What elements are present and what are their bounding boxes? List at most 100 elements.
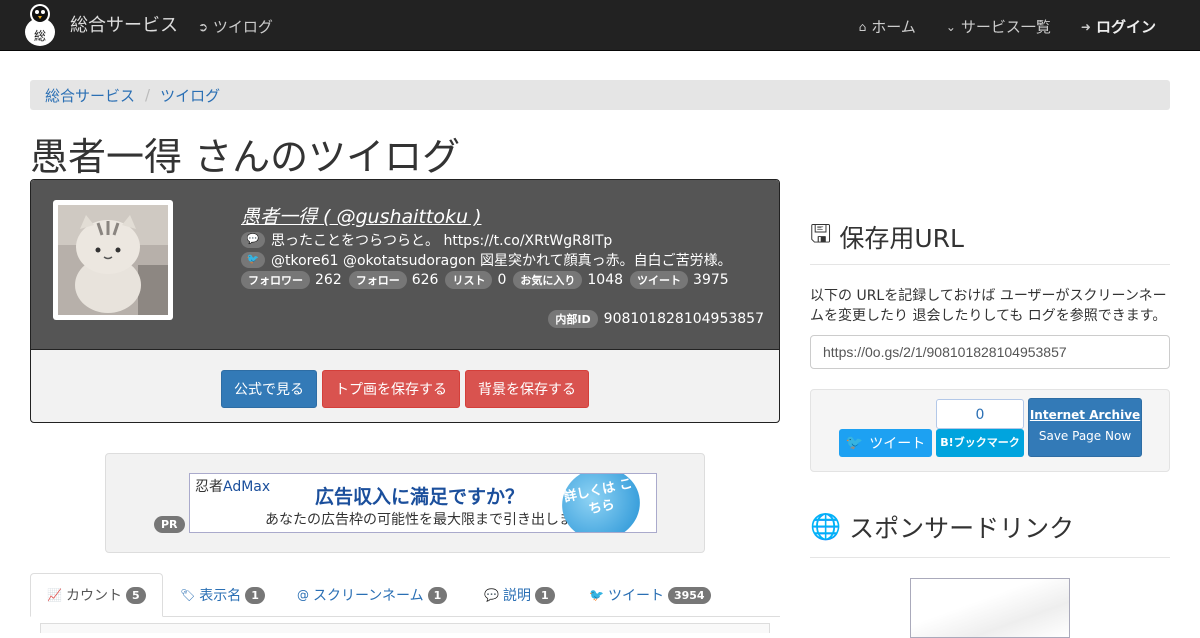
share-buttons: 🐦 ツイート 0 B!ブックマーク Internet Archive Save … <box>810 389 1170 472</box>
avatar-frame[interactable] <box>53 200 173 320</box>
profile-bio-text: 思ったことをつらつらと。 https://t.co/XRtWgR8ITp <box>271 233 613 249</box>
at-icon: @ <box>297 588 309 602</box>
stat-value-tweets: 3975 <box>693 272 729 288</box>
brand-link[interactable]: 総 総合サービス <box>20 2 178 46</box>
tab-display-name-label: 表示名 <box>199 588 242 604</box>
tab-tweets[interactable]: 🐦 ツイート 3954 <box>573 573 727 617</box>
chevron-down-icon: ⌄ <box>945 19 956 34</box>
ad-headline: 広告収入に満足ですか？ <box>315 486 525 508</box>
tab-description-badge: 1 <box>534 586 555 604</box>
tweet-button-label: ツイート <box>869 436 926 452</box>
breadcrumb-separator: / <box>145 86 151 104</box>
internet-archive-action: Save Page Now <box>1038 429 1132 443</box>
stat-value-lists: 0 <box>497 272 507 288</box>
twitter-icon: 🐦 <box>589 588 604 602</box>
save-icon-button[interactable]: トプ画を保存する <box>322 370 460 408</box>
nav-services-label: サービス一覧 <box>960 18 1051 36</box>
profile-card: 愚者一得 ( @gushaittoku ) 💬 思ったことをつらつらと。 htt… <box>30 179 780 423</box>
home-icon: ⌂ <box>858 19 867 34</box>
sponsor-ad[interactable] <box>910 578 1070 638</box>
twitter-icon: 🐦 <box>845 435 864 451</box>
stat-value-followers: 262 <box>315 272 342 288</box>
tab-count-label: カウント <box>65 588 122 604</box>
breadcrumb-twilog[interactable]: ツイログ <box>160 85 220 106</box>
ad-subtext: あなたの広告枠の可能性を最大限まで引き出します <box>265 512 587 528</box>
divider <box>810 264 1170 265</box>
internet-archive-button[interactable]: Internet Archive Save Page Now <box>1028 398 1142 457</box>
stat-label-lists: リスト <box>445 271 493 289</box>
tab-description[interactable]: 💬 説明 1 <box>468 573 571 617</box>
count-table <box>40 623 770 633</box>
sponsor-heading: 🌐 スポンサードリンク <box>810 509 1074 545</box>
internal-id: 内部ID 908101828104953857 <box>548 310 764 328</box>
tab-display-name-badge: 1 <box>245 586 265 604</box>
brand-text: 総合サービス <box>70 15 178 36</box>
penguin-logo: 総 <box>25 4 55 46</box>
nav-services-link[interactable]: ⌄ サービス一覧 <box>946 16 1051 37</box>
stat-label-tweets: ツイート <box>630 271 689 289</box>
ad-logo-brand: AdMax <box>223 479 271 495</box>
nav-right: ⌂ ホーム ⌄ サービス一覧 ➜ ログイン <box>859 16 1156 37</box>
internal-id-value: 908101828104953857 <box>603 311 764 327</box>
pr-badge: PR <box>154 516 185 533</box>
profile-header: 愚者一得 ( @gushaittoku ) 💬 思ったことをつらつらと。 htt… <box>31 180 779 350</box>
chart-icon: 📈 <box>47 588 62 602</box>
chevron-circle-right-icon: ➲ <box>198 19 209 34</box>
comment-icon: 💬 <box>484 588 499 602</box>
nav-home-link[interactable]: ⌂ ホーム <box>859 16 916 37</box>
navbar: 総 総合サービス ➲ ツイログ ⌂ ホーム ⌄ サービス一覧 ➜ ログイン <box>0 0 1200 51</box>
ad-logo-prefix: 忍者 <box>195 479 223 495</box>
breadcrumb-home[interactable]: 総合サービス <box>45 85 135 106</box>
tabs: 📈 カウント 5 🏷 表示名 1 @ スクリーンネーム 1 💬 説明 1 🐦 ツ… <box>30 573 780 617</box>
tab-tweets-badge: 3954 <box>667 586 711 604</box>
twitter-icon: 🐦 <box>241 252 265 268</box>
profile-recent-text: @tkore61 @okotatsudoragon 図星突かれて顔真っ赤。自白ご… <box>271 253 732 269</box>
nav-twilog-link[interactable]: ➲ ツイログ <box>198 16 273 37</box>
svg-text:総: 総 <box>34 29 46 43</box>
save-url-description: 以下の URLを記録しておけば ユーザーがスクリーンネームを変更したり 退会した… <box>810 288 1167 324</box>
ad-box: PR 忍者AdMax 広告収入に満足ですか？ あなたの広告枠の可能性を最大限まで… <box>105 453 705 553</box>
stat-value-following: 626 <box>411 272 439 288</box>
save-url-heading-text: 保存用URL <box>839 223 964 253</box>
hatena-count: 0 <box>936 399 1024 429</box>
globe-icon: 🌐 <box>810 512 842 541</box>
tab-description-label: 説明 <box>502 588 531 604</box>
internet-archive-title: Internet Archive <box>1029 408 1141 422</box>
nav-home-label: ホーム <box>871 18 916 36</box>
sign-in-icon: ➜ <box>1080 19 1091 34</box>
ad-logo: 忍者AdMax <box>195 476 270 496</box>
profile-stats: フォロワー 262 フォロー 626 リスト 0 お気に入り 1048 ツイート… <box>241 271 731 289</box>
save-background-button[interactable]: 背景を保存する <box>465 370 589 408</box>
tweet-button[interactable]: 🐦 ツイート <box>839 429 932 457</box>
tab-screen-name[interactable]: @ スクリーンネーム 1 <box>281 573 463 617</box>
tab-screen-name-label: スクリーンネーム <box>313 588 424 604</box>
nav-login-label: ログイン <box>1095 18 1156 36</box>
ad-cta: 詳しくは こちら <box>555 474 647 532</box>
tab-tweets-label: ツイート <box>607 588 664 604</box>
sponsor-heading-text: スポンサードリンク <box>849 514 1075 543</box>
save-icon: 🖫 <box>810 219 832 248</box>
profile-name-link[interactable]: 愚者一得 ( @gushaittoku ) <box>241 202 481 229</box>
divider <box>810 557 1170 558</box>
internal-id-label: 内部ID <box>548 310 598 328</box>
tag-icon: 🏷 <box>180 588 196 602</box>
stat-label-favorites: お気に入り <box>513 271 583 289</box>
stat-label-following: フォロー <box>348 271 407 289</box>
tab-screen-name-badge: 1 <box>427 586 448 604</box>
profile-actions: 公式で見る トプ画を保存する 背景を保存する <box>31 370 779 408</box>
page-title: 愚者一得 さんのツイログ <box>30 135 461 179</box>
hatena-bookmark-button[interactable]: B!ブックマーク <box>936 429 1024 457</box>
comment-icon: 💬 <box>241 232 265 248</box>
ad-banner[interactable]: 忍者AdMax 広告収入に満足ですか？ あなたの広告枠の可能性を最大限まで引き出… <box>189 473 657 533</box>
save-url-input[interactable] <box>810 335 1170 369</box>
stat-value-favorites: 1048 <box>587 272 624 288</box>
nav-twilog-label: ツイログ <box>212 18 273 36</box>
breadcrumb: 総合サービス / ツイログ <box>30 80 1170 110</box>
view-official-button[interactable]: 公式で見る <box>221 370 317 408</box>
nav-login-link[interactable]: ➜ ログイン <box>1081 16 1156 37</box>
avatar <box>58 205 168 315</box>
tab-display-name[interactable]: 🏷 表示名 1 <box>164 573 281 617</box>
save-url-heading: 🖫 保存用URL <box>810 215 964 258</box>
profile-bio: 💬 思ったことをつらつらと。 https://t.co/XRtWgR8ITp <box>241 230 612 250</box>
tab-count[interactable]: 📈 カウント 5 <box>30 573 163 617</box>
